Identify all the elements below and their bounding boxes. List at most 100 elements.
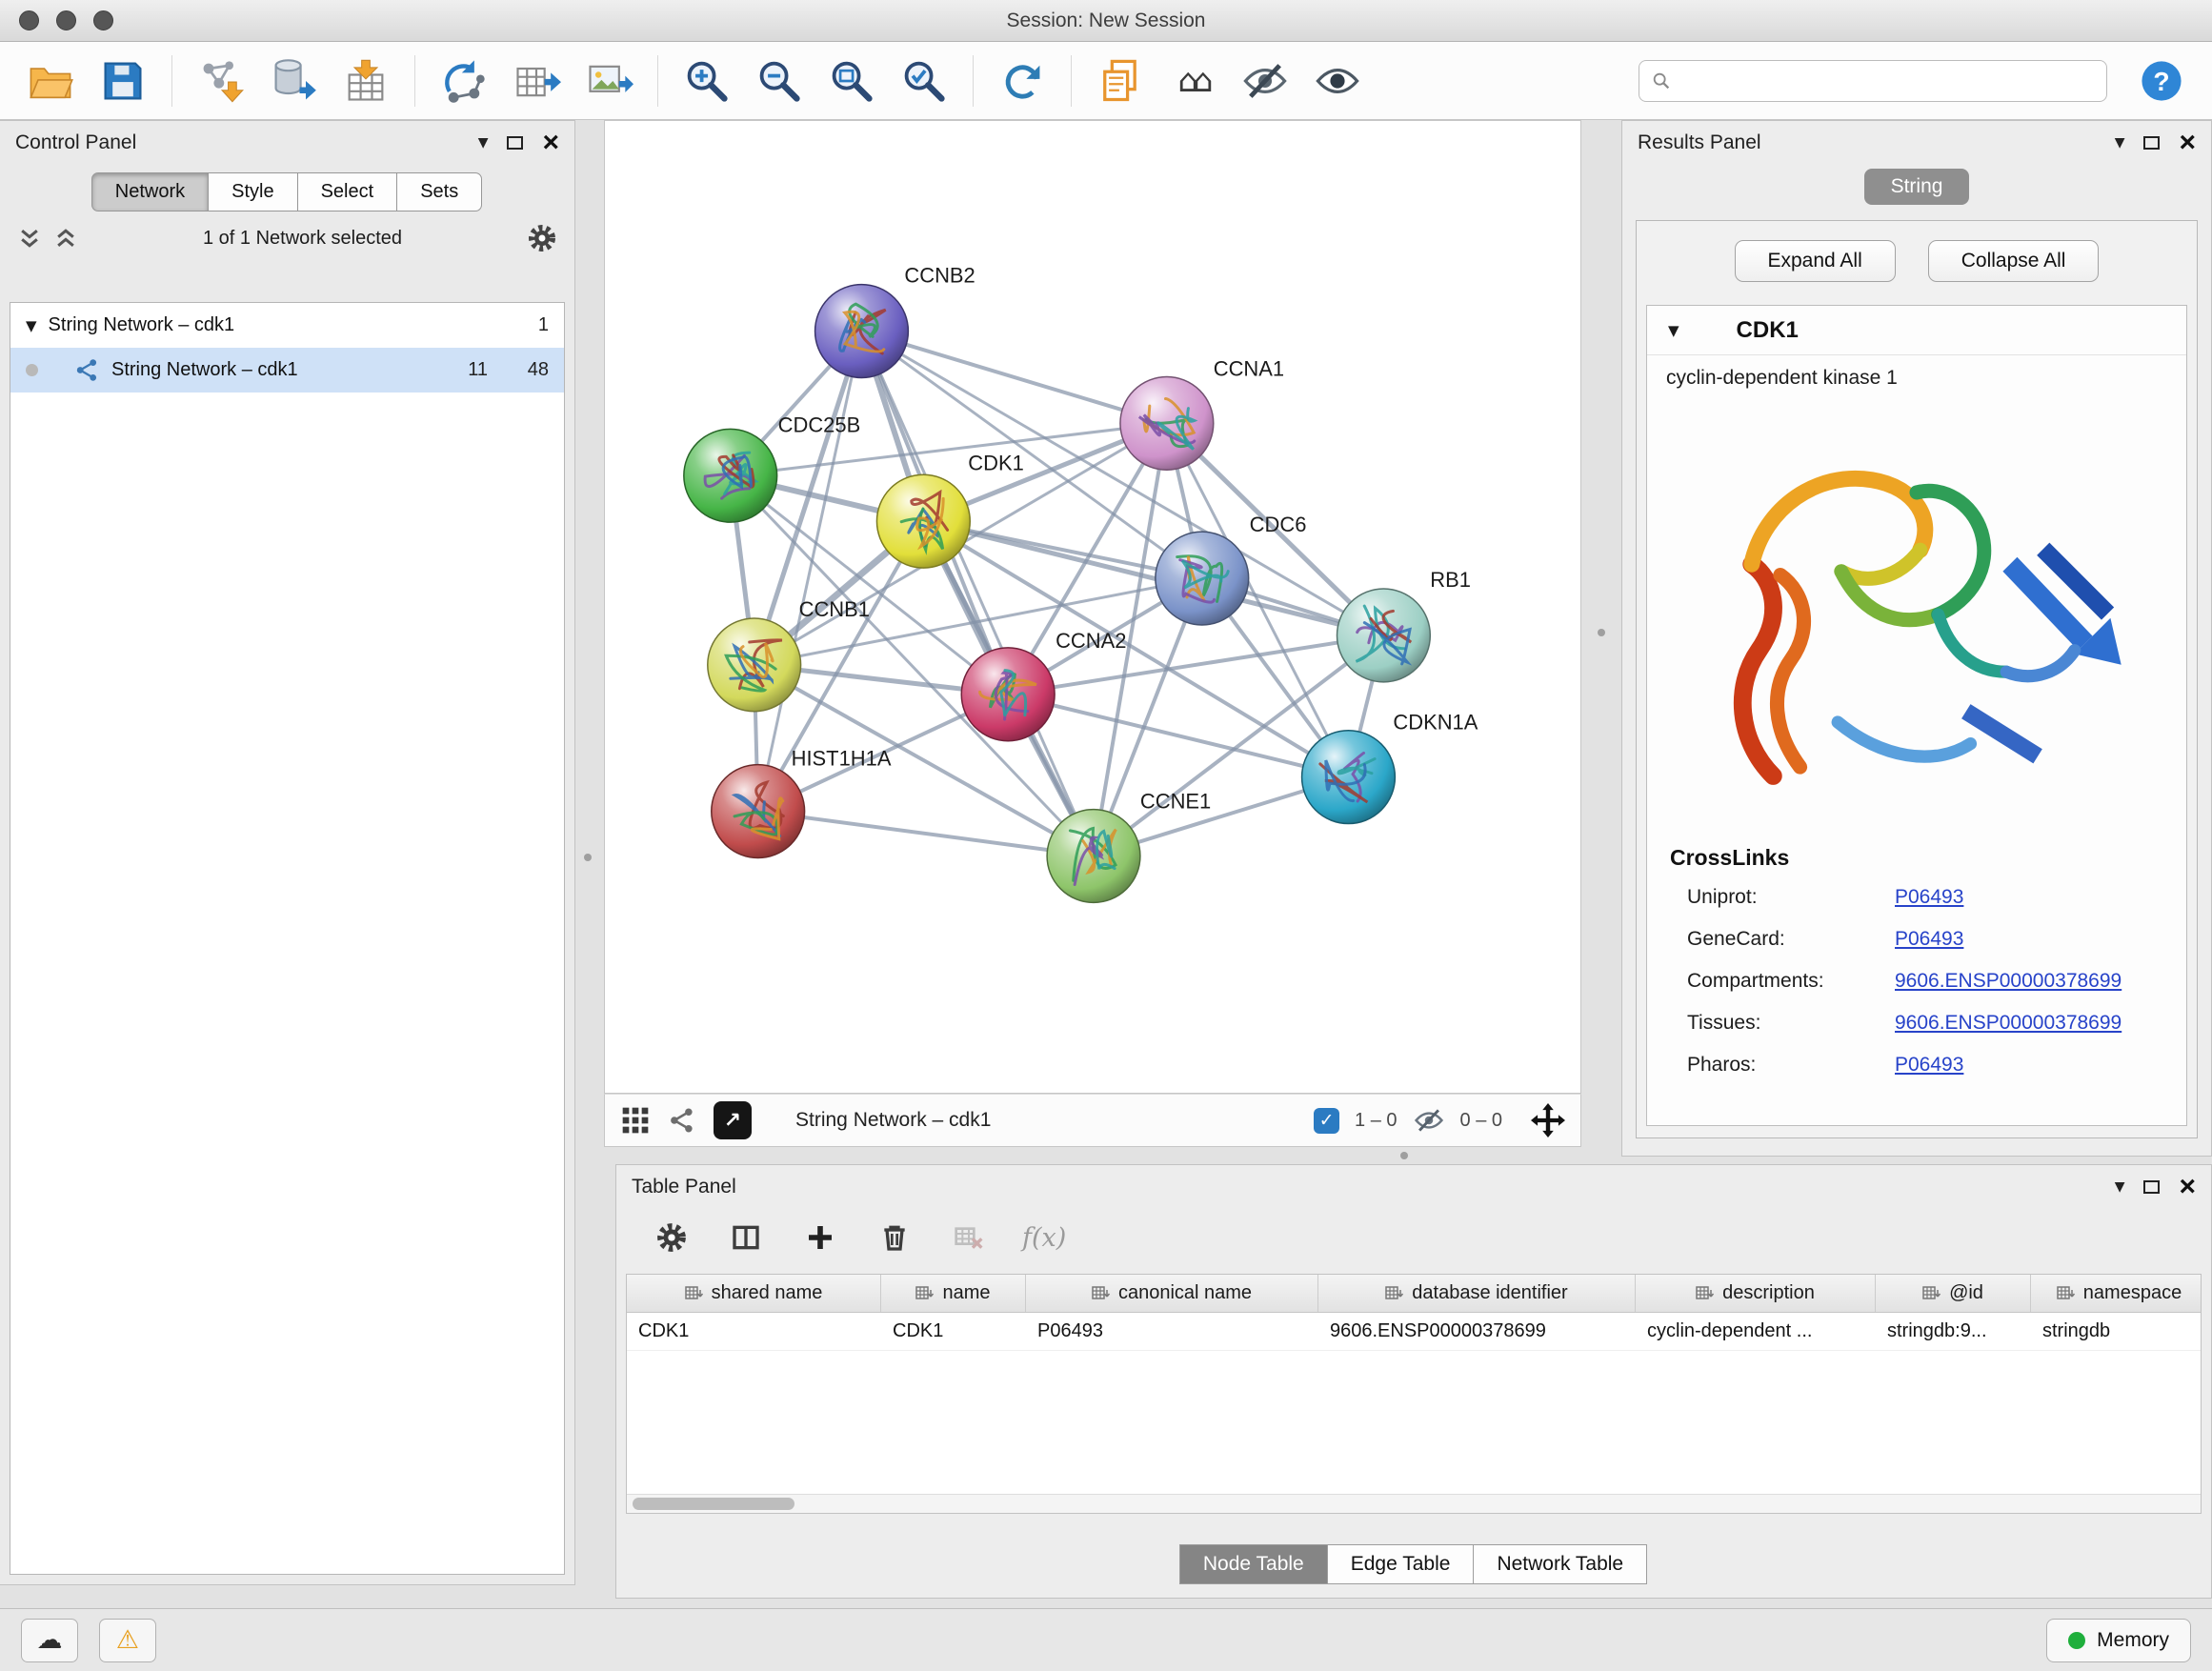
- crosslink-value-link[interactable]: P06493: [1895, 928, 1963, 951]
- network-graph[interactable]: CCNB2CCNA1CDC25BCDK1CDC6RB1CCNB1CCNA2CDK…: [605, 121, 1580, 1093]
- open-in-new-window-button[interactable]: ↗: [714, 1101, 752, 1139]
- scrollbar-thumb[interactable]: [633, 1498, 794, 1510]
- column-header-shared-name[interactable]: shared name: [627, 1275, 881, 1312]
- splitter-handle[interactable]: [584, 854, 592, 861]
- collapse-all-icon[interactable]: [17, 226, 42, 251]
- tab-network[interactable]: Network: [91, 172, 209, 211]
- tab-string[interactable]: String: [1864, 169, 1970, 205]
- close-panel-icon[interactable]: ×: [2179, 1173, 2196, 1201]
- tab-network-table[interactable]: Network Table: [1473, 1544, 1647, 1584]
- network-node-CDKN1A[interactable]: CDKN1A: [1302, 711, 1478, 824]
- column-header-database-identifier[interactable]: database identifier: [1318, 1275, 1636, 1312]
- network-edge[interactable]: [758, 332, 862, 812]
- network-edge[interactable]: [861, 332, 1094, 856]
- network-share-icon[interactable]: [668, 1106, 696, 1135]
- collapse-all-button[interactable]: Collapse All: [1928, 240, 2100, 282]
- network-node-HIST1H1A[interactable]: HIST1H1A: [712, 747, 892, 858]
- expand-all-icon[interactable]: [53, 226, 78, 251]
- pan-crosshair-icon[interactable]: [1531, 1103, 1565, 1137]
- close-window-button[interactable]: [19, 10, 39, 30]
- table-row[interactable]: CDK1CDK1P064939606.ENSP00000378699cyclin…: [627, 1313, 2201, 1351]
- copy-document-button[interactable]: [1087, 49, 1154, 113]
- export-image-button[interactable]: [575, 49, 642, 113]
- splitter-handle[interactable]: [1400, 1152, 1408, 1159]
- table-settings-button[interactable]: [651, 1218, 693, 1257]
- network-node-CDC6[interactable]: CDC6: [1156, 513, 1307, 625]
- gear-icon[interactable]: [527, 223, 557, 253]
- float-panel-icon[interactable]: [507, 136, 523, 150]
- delete-column-button[interactable]: [874, 1218, 915, 1257]
- column-header-description[interactable]: description: [1636, 1275, 1876, 1312]
- table-cell[interactable]: cyclin-dependent ...: [1636, 1313, 1876, 1350]
- panel-menu-icon[interactable]: ▼: [478, 135, 489, 151]
- maximize-window-button[interactable]: [93, 10, 113, 30]
- clone-network-button[interactable]: [431, 49, 497, 113]
- crosslink-value-link[interactable]: P06493: [1895, 886, 1963, 909]
- table-cell[interactable]: CDK1: [627, 1313, 881, 1350]
- tab-node-table[interactable]: Node Table: [1179, 1544, 1328, 1584]
- close-panel-icon[interactable]: ×: [2179, 129, 2196, 157]
- float-panel-icon[interactable]: [2143, 136, 2160, 150]
- table-cell[interactable]: stringdb:9...: [1876, 1313, 2031, 1350]
- protein-card-header[interactable]: ▼ CDK1: [1647, 306, 2186, 355]
- add-column-button[interactable]: [799, 1218, 841, 1257]
- network-edge[interactable]: [861, 332, 1166, 424]
- tab-style[interactable]: Style: [208, 172, 297, 211]
- network-node-CDK1[interactable]: CDK1: [876, 451, 1023, 568]
- search-box[interactable]: [1639, 60, 2107, 102]
- grid-view-icon[interactable]: [620, 1105, 651, 1136]
- table-cell[interactable]: CDK1: [881, 1313, 1026, 1350]
- collapse-triangle-icon[interactable]: ▼: [1668, 322, 1679, 339]
- tab-select[interactable]: Select: [297, 172, 398, 211]
- network-node-CCNA1[interactable]: CCNA1: [1120, 356, 1284, 470]
- import-network-database-button[interactable]: [260, 49, 327, 113]
- float-panel-icon[interactable]: [2143, 1180, 2160, 1194]
- splitter-handle[interactable]: [1598, 629, 1605, 636]
- horizontal-scrollbar[interactable]: [627, 1494, 2201, 1513]
- column-header-canonical-name[interactable]: canonical name: [1026, 1275, 1318, 1312]
- hidden-eye-slash-icon[interactable]: [1413, 1104, 1445, 1137]
- tab-edge-table[interactable]: Edge Table: [1327, 1544, 1475, 1584]
- table-cell[interactable]: stringdb: [2031, 1313, 2202, 1350]
- search-input[interactable]: [1679, 64, 2095, 98]
- network-node-CCNB2[interactable]: CCNB2: [815, 264, 975, 378]
- open-session-button[interactable]: [17, 49, 84, 113]
- save-session-button[interactable]: [90, 49, 156, 113]
- network-row[interactable]: String Network – cdk1 11 48: [10, 348, 564, 393]
- zoom-fit-button[interactable]: [818, 49, 885, 113]
- close-panel-icon[interactable]: ×: [542, 129, 559, 157]
- network-canvas[interactable]: CCNB2CCNA1CDC25BCDK1CDC6RB1CCNB1CCNA2CDK…: [604, 120, 1581, 1094]
- table-cell[interactable]: 9606.ENSP00000378699: [1318, 1313, 1636, 1350]
- minimize-window-button[interactable]: [56, 10, 76, 30]
- collapse-triangle-icon[interactable]: ▼: [26, 317, 37, 334]
- expand-all-button[interactable]: Expand All: [1735, 240, 1896, 282]
- apply-layout-button[interactable]: [989, 49, 1056, 113]
- zoom-selected-button[interactable]: [891, 49, 957, 113]
- panel-menu-icon[interactable]: ▼: [2115, 1179, 2125, 1195]
- network-node-RB1[interactable]: RB1: [1337, 568, 1470, 682]
- network-edge[interactable]: [758, 812, 1094, 856]
- tab-sets[interactable]: Sets: [396, 172, 482, 211]
- import-table-button[interactable]: [332, 49, 399, 113]
- column-header--id[interactable]: @id: [1876, 1275, 2031, 1312]
- import-network-file-button[interactable]: [188, 49, 254, 113]
- network-collection-row[interactable]: ▼ String Network – cdk1 1: [10, 303, 564, 348]
- panel-menu-icon[interactable]: ▼: [2115, 135, 2125, 151]
- export-table-button[interactable]: [503, 49, 570, 113]
- crosslink-value-link[interactable]: P06493: [1895, 1054, 1963, 1077]
- zoom-out-button[interactable]: [746, 49, 813, 113]
- show-panel-button[interactable]: [1304, 49, 1371, 113]
- help-button[interactable]: ?: [2128, 49, 2195, 113]
- hide-panel-button[interactable]: [1232, 49, 1298, 113]
- cybrowser-button[interactable]: ⌂⌂: [1159, 49, 1226, 113]
- warnings-button[interactable]: ⚠: [99, 1619, 156, 1662]
- crosslink-value-link[interactable]: 9606.ENSP00000378699: [1895, 1012, 2122, 1035]
- zoom-in-button[interactable]: [674, 49, 740, 113]
- selected-checkbox-icon[interactable]: ✓: [1314, 1108, 1339, 1134]
- column-header-namespace[interactable]: namespace: [2031, 1275, 2202, 1312]
- show-columns-button[interactable]: [725, 1218, 767, 1257]
- crosslink-value-link[interactable]: 9606.ENSP00000378699: [1895, 970, 2122, 993]
- cloud-status-button[interactable]: ☁: [21, 1619, 78, 1662]
- table-cell[interactable]: P06493: [1026, 1313, 1318, 1350]
- function-builder-button[interactable]: f(x): [1022, 1223, 1066, 1253]
